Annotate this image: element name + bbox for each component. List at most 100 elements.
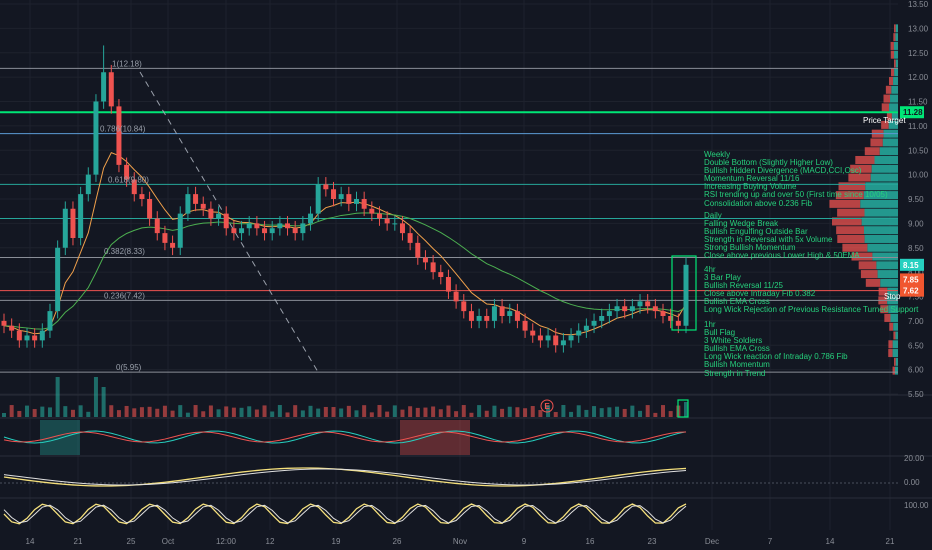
candle-body: [477, 316, 482, 321]
profile-bar-down: [893, 33, 895, 41]
candle-body: [515, 311, 520, 321]
x-tick: 26: [393, 537, 402, 546]
candle-body: [285, 223, 290, 228]
volume-bar: [117, 410, 121, 417]
candle-body: [500, 306, 505, 316]
volume-bar: [554, 412, 558, 417]
x-tick: Dec: [705, 537, 719, 546]
x-tick: Oct: [162, 537, 175, 546]
volume-bar: [263, 405, 267, 417]
candle-body: [438, 272, 443, 277]
profile-bar-up: [890, 314, 898, 322]
profile-bar-down: [870, 138, 882, 146]
volume-bar: [393, 405, 397, 417]
y-tick: 6.00: [908, 366, 924, 375]
volume-bar: [531, 406, 535, 417]
volume-bar: [592, 406, 596, 417]
profile-bar-up: [890, 95, 898, 103]
price-label: 11.28: [903, 108, 923, 117]
y-tick: 13.00: [908, 24, 929, 33]
candle-body: [392, 223, 397, 224]
volume-bar: [71, 410, 75, 417]
volume-bar: [171, 411, 175, 417]
volume-bar: [102, 387, 106, 417]
volume-bar: [431, 406, 435, 417]
candle-body: [576, 331, 581, 336]
candle-body: [162, 233, 167, 243]
candle-body: [178, 214, 183, 248]
candle-body: [423, 258, 428, 263]
osc1-signal: [4, 432, 686, 442]
candle-body: [101, 72, 106, 101]
oscillator-1: [4, 420, 686, 455]
volume-bar: [630, 406, 634, 417]
profile-bar-up: [865, 209, 898, 217]
profile-bar-down: [894, 358, 896, 366]
candle-body: [331, 189, 336, 199]
y-tick: 13.50: [908, 0, 929, 9]
candle-body: [684, 265, 689, 326]
candle-body: [216, 214, 221, 219]
candle-body: [339, 194, 344, 199]
candle-body: [354, 199, 359, 204]
profile-bar-down: [889, 323, 893, 331]
candle-body: [676, 321, 681, 326]
volume-bar: [623, 409, 627, 417]
y-tick: 10.00: [908, 171, 929, 180]
candle-body: [607, 311, 612, 316]
volume-bar: [347, 406, 351, 417]
y-tick: 9.50: [908, 195, 924, 204]
volume-bar: [270, 411, 274, 417]
volume-bar: [194, 405, 198, 417]
candle-body: [247, 223, 252, 228]
candle-body: [316, 184, 321, 213]
candle-body: [78, 194, 83, 238]
fib-label: 0(5.95): [116, 363, 142, 372]
candle-body: [584, 326, 589, 331]
volume-bar: [309, 406, 313, 417]
volume-bar: [577, 405, 581, 417]
candle-body: [277, 223, 282, 228]
profile-bar-up: [894, 42, 898, 50]
profile-bar-up: [893, 323, 898, 331]
volume-bars: [2, 377, 688, 417]
candle-body: [638, 301, 643, 306]
osc1-line: [4, 431, 686, 443]
volume-bar: [40, 407, 44, 417]
volume-bar: [416, 408, 420, 417]
volume-bar: [278, 405, 282, 417]
volume-bar: [653, 413, 657, 417]
volume-bar: [301, 410, 305, 417]
volume-bar: [286, 412, 290, 417]
ema-lines: [4, 153, 686, 335]
y-tick: 5.50: [908, 390, 924, 399]
profile-bar-down: [894, 59, 896, 67]
candle-body: [653, 306, 658, 311]
profile-bar-up: [895, 367, 898, 375]
volume-bar: [370, 412, 374, 417]
y-tick: 11.00: [908, 122, 928, 131]
profile-bar-down: [888, 349, 892, 357]
note-line: Close above previous Lower High & 50EMA: [704, 252, 860, 260]
volume-bar: [255, 410, 259, 417]
profile-bar-up: [896, 59, 898, 67]
candle-body: [446, 277, 451, 292]
candle-body: [293, 228, 298, 233]
earnings-marker-label: E: [544, 402, 550, 411]
candle-body: [231, 228, 236, 233]
fib-label: 0.382(8.33): [104, 247, 145, 256]
candle-body: [47, 311, 52, 331]
fib-label: 0.236(7.42): [104, 291, 145, 300]
volume-bar: [293, 405, 297, 417]
volume-bar: [561, 405, 565, 417]
candle-body: [492, 306, 497, 321]
profile-bar-up: [894, 51, 898, 59]
volume-bar: [25, 406, 29, 417]
volume-bar: [538, 410, 542, 417]
profile-bar-up: [864, 226, 898, 234]
volume-bar: [63, 406, 67, 417]
x-axis: 14 21 25 Oct 12:00 12 19 26 Nov 9 16 23 Dec 7 14 21: [26, 537, 895, 546]
x-tick: 19: [332, 537, 341, 546]
volume-bar: [132, 408, 136, 417]
candle-body: [270, 228, 275, 233]
